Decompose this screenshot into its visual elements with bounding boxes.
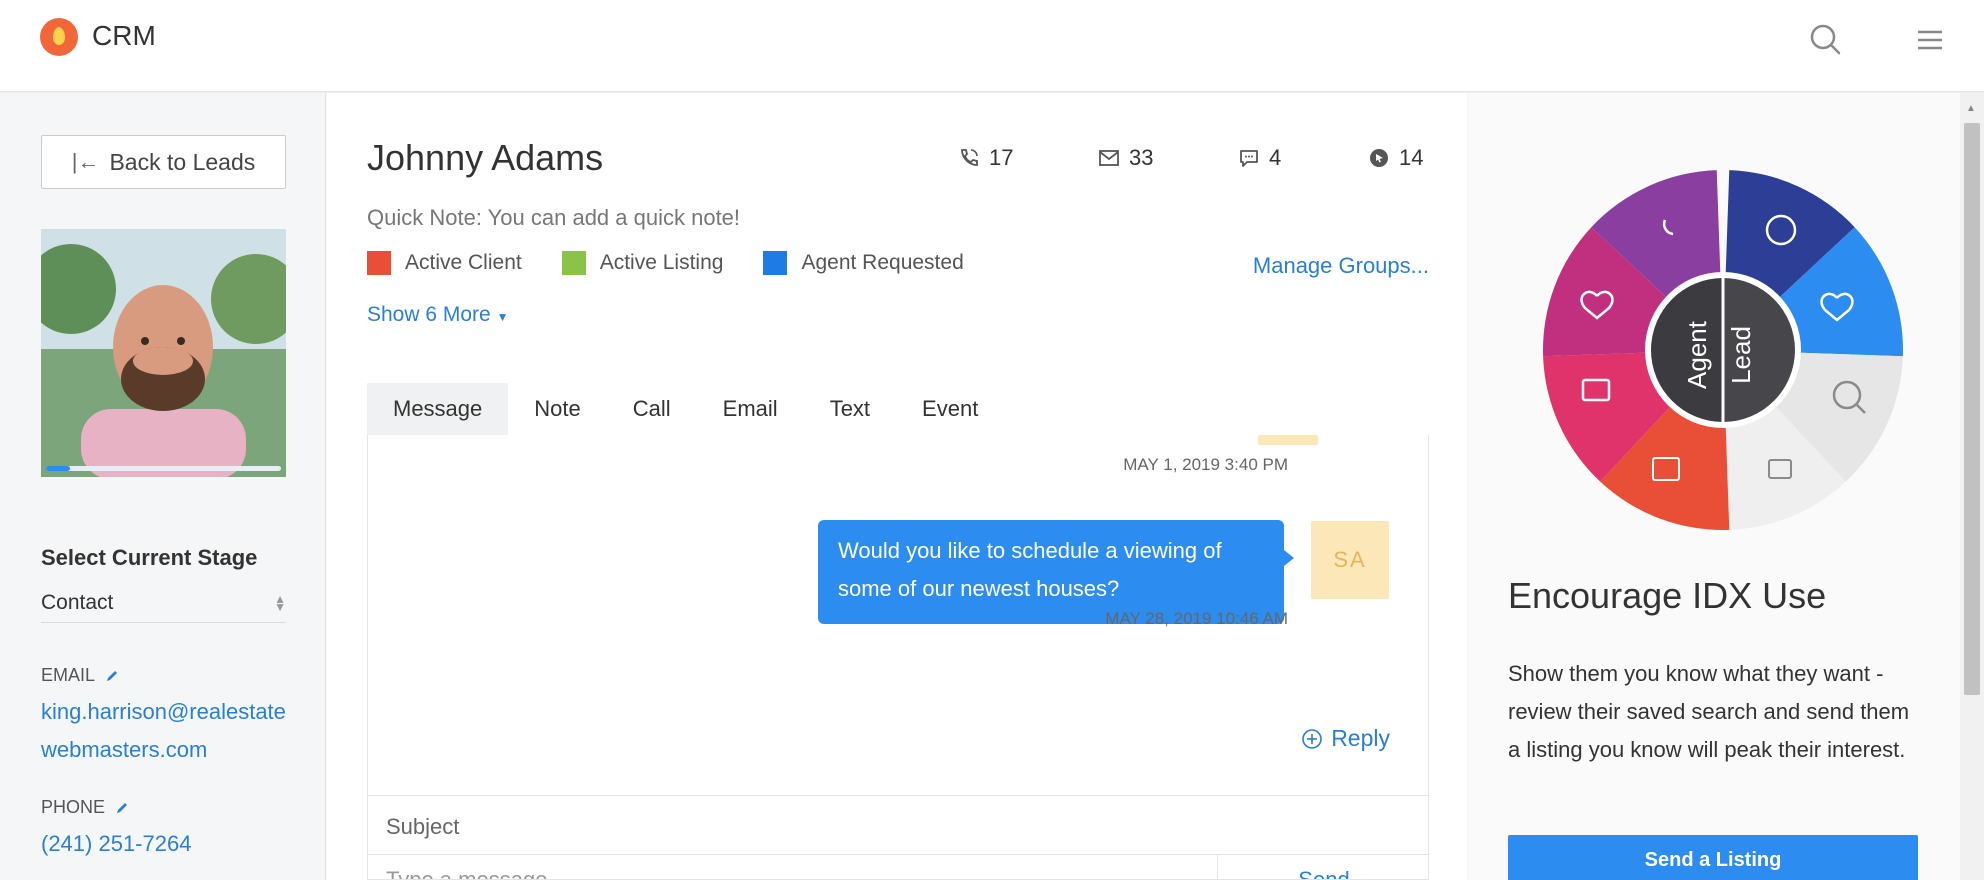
group-color-swatch [561,251,586,275]
show-more-link[interactable]: Show 6 More ▼ [367,303,508,327]
group-tag-active-client: Active Client [367,251,522,275]
tab-call[interactable]: Call [607,383,697,435]
phone-label: PHONE [41,797,129,818]
plus-circle-icon [1302,728,1322,749]
group-tag-agent-requested: Agent Requested [763,251,964,275]
stage-label: Select Current Stage [41,545,258,570]
lead-groups: Active Client Active Listing Agent Reque… [367,251,1004,275]
page-scrollbar[interactable]: ▲ [1960,93,1984,880]
wheel-agent-label: Agent [1682,320,1712,389]
cursor-click-icon [1370,149,1388,167]
tab-email[interactable]: Email [697,383,804,435]
tip-panel: Agent Lead Encourage IDX Use Show them y… [1468,93,1960,880]
select-arrows-icon: ▲ ▼ [274,591,286,614]
text-count[interactable]: 4 [1237,145,1281,171]
tab-event[interactable]: Event [896,383,1004,435]
email-label: EMAIL [41,665,119,686]
sender-avatar: SA [1311,521,1389,599]
engagement-wheel: Agent Lead [1543,170,1903,530]
phone-value[interactable]: (241) 251-7264 [41,825,291,863]
group-color-swatch [367,251,391,275]
tip-title: Encourage IDX Use [1508,575,1827,616]
send-button[interactable]: Send [1218,855,1428,879]
activity-tabs: Message Note Call Email Text Event [367,383,1004,435]
message-input[interactable]: Type a message [368,855,1218,879]
message-thread[interactable]: MAY 1, 2019 3:40 PM Would you like to sc… [367,435,1429,880]
group-color-swatch [763,251,788,275]
scroll-up-arrow-icon[interactable]: ▲ [1966,103,1976,114]
message-timestamp: MAY 28, 2019 10:46 AM [1105,609,1288,628]
email-count[interactable]: 33 [1097,145,1153,171]
message-timestamp: MAY 1, 2019 3:40 PM [1123,455,1288,474]
flame-logo-icon [40,18,78,56]
lead-sidebar: |← Back to Leads Select Current Stage Co… [0,93,326,880]
phone-icon [961,149,978,166]
back-to-leads-label: Back to Leads [109,148,256,175]
hamburger-menu-icon[interactable] [1910,20,1950,60]
lead-photo [41,229,286,477]
back-arrow-icon: |← [71,149,100,174]
click-count[interactable]: 14 [1367,145,1423,171]
tab-message[interactable]: Message [367,383,509,435]
previous-avatar [1258,435,1318,445]
top-bar: CRM [0,0,1984,92]
app-title: CRM [92,20,156,51]
scroll-thumb[interactable] [1964,123,1980,695]
back-to-leads-button[interactable]: |← Back to Leads [41,135,286,189]
group-tag-active-listing: Active Listing [561,251,723,275]
email-value[interactable]: king.harrison@realestatewebmasters.com [41,693,291,769]
call-count[interactable]: 17 [957,145,1013,171]
stage-value: Contact [41,590,114,614]
edit-pencil-icon[interactable] [105,669,119,683]
edit-pencil-icon[interactable] [115,801,129,815]
wheel-lead-label: Lead [1726,326,1756,384]
quick-note[interactable]: Quick Note: You can add a quick note! [367,205,740,231]
caret-down-icon: ▼ [496,310,509,324]
stage-select[interactable]: Contact ▲ ▼ [41,583,286,623]
subject-input[interactable]: Subject [368,795,1428,855]
reply-button[interactable]: Reply [1301,725,1390,752]
send-listing-button[interactable]: Send a Listing [1508,835,1918,880]
chat-bubble-icon [1240,150,1258,167]
manage-groups-link[interactable]: Manage Groups... [1253,253,1429,279]
profile-progress-bar [46,466,281,471]
lead-detail-main: Johnny Adams 17 33 4 14 Quick Note: You … [327,93,1467,880]
tab-note[interactable]: Note [508,383,606,435]
tip-text: Show them you know what they want - revi… [1508,661,1910,762]
envelope-icon [1099,150,1119,166]
search-icon[interactable] [1806,20,1846,60]
lead-name: Johnny Adams [367,137,604,178]
tab-text[interactable]: Text [804,383,896,435]
